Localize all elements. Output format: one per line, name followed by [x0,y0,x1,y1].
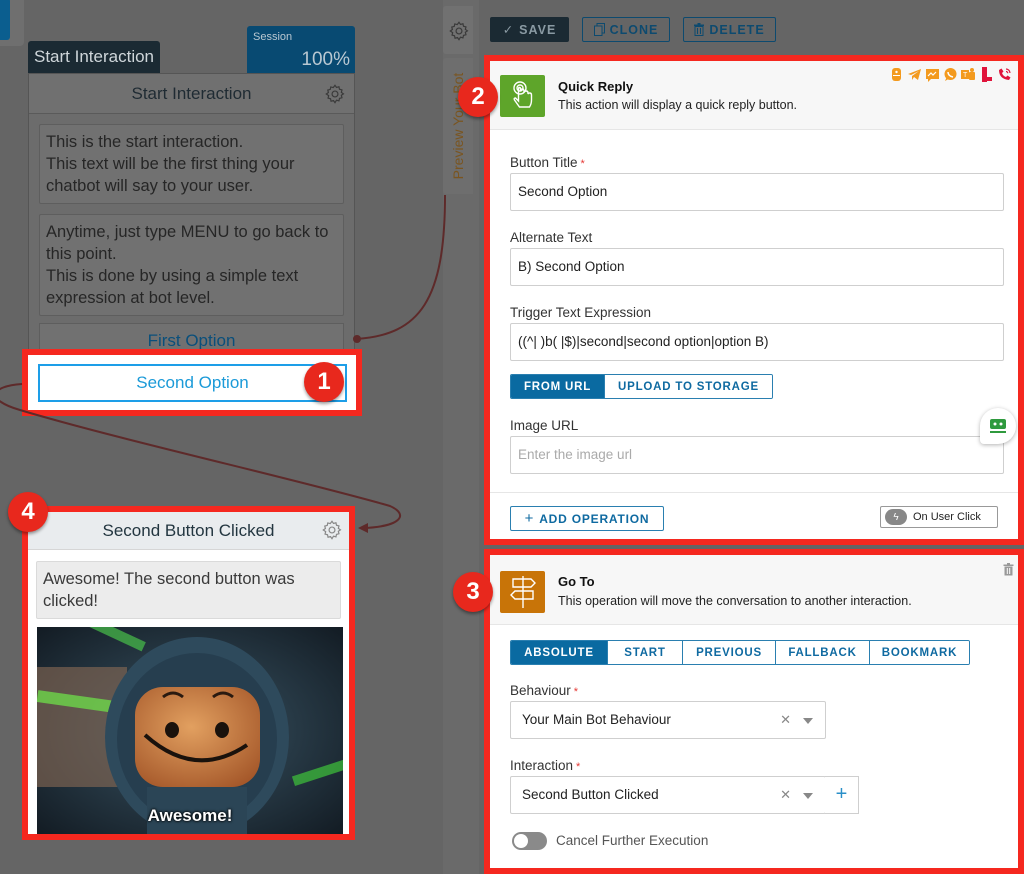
copy-icon [593,23,605,36]
clone-label: CLONE [609,22,659,37]
target-node-image[interactable]: Awesome! [37,627,343,834]
connector-first-option [355,194,446,340]
phone-call-icon [997,67,1012,82]
cancel-execution-label: Cancel Further Execution [556,833,709,848]
svg-text:T: T [963,72,968,79]
start-message-1[interactable]: This is the start interaction. This text… [39,124,344,204]
plus-icon: + [524,510,535,527]
gear-icon[interactable] [324,83,346,105]
signpost-icon [500,571,545,613]
robot-icon [990,419,1006,433]
mobile-sms-icon [979,67,994,82]
on-user-click-button[interactable]: ϟ On User Click [880,506,998,528]
clear-icon[interactable]: ✕ [780,777,791,813]
button-title-input[interactable]: Second Option [510,173,1004,211]
plus-icon: + [835,783,848,805]
clone-button[interactable]: CLONE [582,17,670,42]
settings-tab[interactable] [443,6,473,54]
goto-panel: Go To This operation will move the conve… [484,549,1024,874]
delete-button[interactable]: DELETE [683,17,776,42]
target-node-title: Second Button Clicked [102,520,275,540]
on-user-click-label: On User Click [913,511,981,523]
behaviour-select[interactable]: Your Main Bot Behaviour ✕ [510,701,826,739]
goto-description: This operation will move the conversatio… [558,594,912,608]
channel-icons: T [889,67,1012,82]
button-title-label: Button Title * [510,155,585,170]
cancel-execution-toggle[interactable] [512,832,547,850]
trash-icon [694,23,705,36]
session-label: Session [253,31,293,43]
tab-bookmark[interactable]: BOOKMARK [869,641,969,664]
target-node-message[interactable]: Awesome! The second button was clicked! [36,561,341,619]
trigger-expression-label: Trigger Text Expression [510,305,652,320]
interaction-select[interactable]: Second Button Clicked ✕ [510,776,826,814]
quick-reply-title: Quick Reply [558,79,634,94]
second-option-button[interactable]: Second Option [38,364,347,402]
connector-arrowhead [358,523,368,533]
goto-header: Go To This operation will move the conve… [490,555,1018,625]
check-icon: ✓ [502,23,515,37]
target-node-header[interactable]: Second Button Clicked [28,512,349,550]
interaction-label: Interaction * [510,758,581,773]
second-button-clicked-node[interactable]: Second Button Clicked Awesome! The secon… [22,506,355,840]
delete-operation-icon[interactable] [1003,563,1014,576]
session-value: 100% [301,49,350,70]
image-caption: Awesome! [147,806,233,825]
gear-icon[interactable] [321,519,343,541]
gear-icon [449,21,469,41]
canvas-edge-panel [0,0,24,46]
add-interaction-button[interactable]: + [825,776,859,814]
annotation-badge-4: 4 [8,492,48,532]
tab-previous[interactable]: PREVIOUS [682,641,775,664]
quick-reply-header: Quick Reply This action will display a q… [490,61,1018,130]
add-operation-button[interactable]: + ADD OPERATION [510,506,664,531]
quick-reply-description: This action will display a quick reply b… [558,98,798,112]
start-node-header[interactable]: Start Interaction [29,74,354,114]
whatsapp-icon [943,67,958,82]
trigger-expression-input[interactable]: ((^| )b( |$)|second|second option|option… [510,323,1004,361]
start-node-tag: Start Interaction [28,41,161,73]
save-button[interactable]: ✓ SAVE [490,17,569,42]
session-badge: Session 100% [247,26,355,73]
image-url-label: Image URL [510,418,579,433]
annotation-badge-2: 2 [458,77,498,117]
chevron-down-icon[interactable] [803,793,813,799]
touch-hand-icon [500,75,545,117]
telegram-icon [907,67,922,82]
annotation-badge-3: 3 [453,572,493,612]
alternate-text-input[interactable]: B) Second Option [510,248,1004,286]
lightning-icon: ϟ [885,509,907,525]
start-message-2[interactable]: Anytime, just type MENU to go back to th… [39,214,344,316]
chevron-down-icon[interactable] [803,718,813,724]
alternate-text-label: Alternate Text [510,230,593,245]
delete-label: DELETE [709,22,765,37]
add-operation-label: ADD OPERATION [539,511,650,526]
interaction-value: Second Button Clicked [522,787,659,802]
flow-canvas[interactable]: Start Interaction Session 100% Start Int… [0,0,446,874]
clear-icon[interactable]: ✕ [780,702,791,738]
lego-astronaut-image [37,627,343,834]
tab-upload-to-storage[interactable]: UPLOAD TO STORAGE [604,375,772,398]
behaviour-label: Behaviour * [510,683,579,698]
canvas-edge-tab[interactable] [0,0,10,40]
save-label: SAVE [519,22,557,37]
teams-icon: T [961,67,976,82]
tab-absolute[interactable]: ABSOLUTE [511,641,607,664]
messenger-icon [925,67,940,82]
behaviour-value: Your Main Bot Behaviour [522,712,671,727]
image-source-tabs: FROM URL UPLOAD TO STORAGE [510,374,773,399]
bot-chat-launcher[interactable] [980,408,1016,444]
google-assistant-icon [889,67,904,82]
start-interaction-node[interactable]: Start Interaction This is the start inte… [28,73,355,363]
tab-start[interactable]: START [607,641,682,664]
tab-from-url[interactable]: FROM URL [511,375,604,398]
quick-reply-panel: Quick Reply This action will display a q… [484,55,1024,545]
goto-mode-tabs: ABSOLUTE START PREVIOUS FALLBACK BOOKMAR… [510,640,970,665]
annotation-badge-1: 1 [304,362,344,402]
goto-title: Go To [558,574,595,589]
tab-fallback[interactable]: FALLBACK [775,641,869,664]
start-node-title: Start Interaction [131,83,252,103]
panel-divider [490,492,1018,493]
image-url-input[interactable]: Enter the image url [510,436,1004,474]
